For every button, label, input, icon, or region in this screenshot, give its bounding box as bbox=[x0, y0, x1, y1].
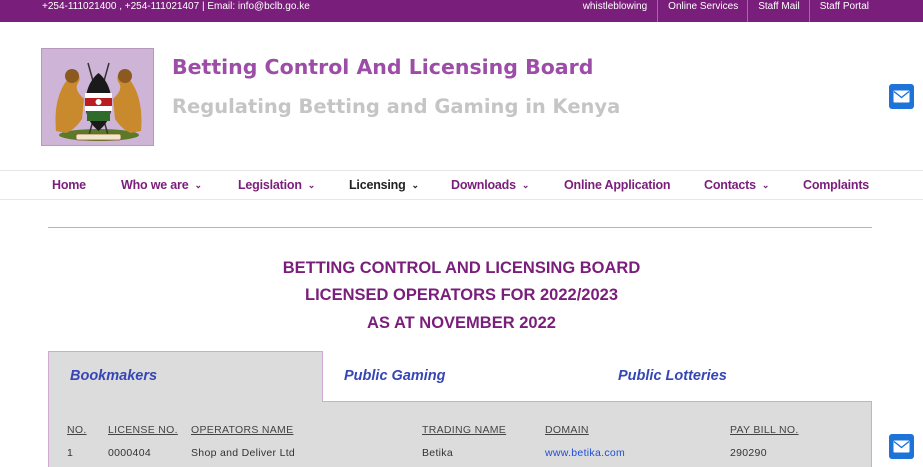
envelope-icon bbox=[893, 90, 910, 103]
nav-label: Contacts bbox=[704, 178, 756, 192]
column-header-domain[interactable]: DOMAIN bbox=[545, 424, 589, 436]
chevron-down-icon: ⌄ bbox=[411, 180, 420, 190]
tab-public-lotteries[interactable]: Public Lotteries bbox=[618, 368, 727, 384]
tab-panel: NO. LICENSE NO. OPERATORS NAME TRADING N… bbox=[48, 401, 872, 467]
operators-tabs: NO. LICENSE NO. OPERATORS NAME TRADING N… bbox=[48, 351, 872, 467]
envelope-icon bbox=[893, 440, 910, 453]
page-heading-line-2: LICENSED OPERATORS FOR 2022/2023 bbox=[305, 286, 618, 304]
page-heading-line-3: AS AT NOVEMBER 2022 bbox=[367, 314, 556, 332]
table-cell-pay-bill-no: 290290 bbox=[730, 447, 767, 459]
contact-info: +254-111021400 , +254-111021407 | Email:… bbox=[42, 1, 310, 12]
tab-label-bookmakers: Bookmakers bbox=[70, 368, 158, 384]
whistleblowing-link[interactable]: whistleblowing bbox=[573, 0, 657, 22]
mail-button[interactable] bbox=[889, 434, 914, 459]
page-heading-line-1: BETTING CONTROL AND LICENSING BOARD bbox=[282, 259, 641, 277]
nav-complaints[interactable]: Complaints bbox=[803, 178, 869, 192]
nav-label: Legislation bbox=[238, 178, 302, 192]
divider bbox=[48, 227, 872, 228]
table-cell-domain-link[interactable]: www.betika.com bbox=[545, 447, 625, 459]
nav-label: Licensing bbox=[349, 178, 406, 192]
column-header-operators-name[interactable]: OPERATORS NAME bbox=[191, 424, 293, 436]
mail-button[interactable] bbox=[889, 84, 914, 109]
nav-label: Downloads bbox=[451, 178, 516, 192]
table-cell-no: 1 bbox=[67, 447, 74, 459]
main-nav: Home Who we are ⌄ Legislation ⌄ Licensing ⌄… bbox=[0, 170, 923, 200]
chevron-down-icon: ⌄ bbox=[307, 180, 316, 190]
top-bar: +254-111021400 , +254-111021407 | Email:… bbox=[0, 0, 923, 22]
top-links: whistleblowing Online Services Staff Mai… bbox=[573, 0, 923, 22]
nav-downloads[interactable]: Downloads ⌄ bbox=[451, 178, 529, 192]
online-services-link[interactable]: Online Services bbox=[657, 0, 747, 22]
nav-legislation[interactable]: Legislation ⌄ bbox=[238, 178, 315, 192]
column-header-no[interactable]: NO. bbox=[67, 424, 87, 436]
tab-bookmakers[interactable]: Bookmakers bbox=[48, 351, 323, 402]
nav-licensing[interactable]: Licensing ⌄ bbox=[349, 178, 419, 192]
table-cell-operators-name: Shop and Deliver Ltd bbox=[191, 447, 296, 459]
site-title: Betting Control And Licensing Board bbox=[172, 55, 594, 79]
tab-public-gaming[interactable]: Public Gaming bbox=[344, 368, 446, 384]
nav-contacts[interactable]: Contacts ⌄ bbox=[704, 178, 769, 192]
nav-label: Who we are bbox=[121, 178, 189, 192]
nav-home[interactable]: Home bbox=[52, 178, 86, 192]
nav-label: Online Application bbox=[564, 178, 671, 192]
column-header-pay-bill-no[interactable]: PAY BILL NO. bbox=[730, 424, 799, 436]
chevron-down-icon: ⌄ bbox=[521, 180, 530, 190]
site-tagline: Regulating Betting and Gaming in Kenya bbox=[172, 95, 621, 118]
nav-online-application[interactable]: Online Application bbox=[564, 178, 671, 192]
staff-mail-link[interactable]: Staff Mail bbox=[747, 0, 809, 22]
kenya-coat-of-arms-icon[interactable] bbox=[41, 48, 154, 146]
staff-portal-link[interactable]: Staff Portal bbox=[808, 0, 923, 22]
chevron-down-icon: ⌄ bbox=[761, 180, 770, 190]
table-cell-license-no: 0000404 bbox=[108, 447, 151, 459]
column-header-license-no[interactable]: LICENSE NO. bbox=[108, 424, 178, 436]
nav-who-we-are[interactable]: Who we are ⌄ bbox=[121, 178, 202, 192]
nav-label: Complaints bbox=[803, 178, 870, 192]
column-header-trading-name[interactable]: TRADING NAME bbox=[422, 424, 506, 436]
chevron-down-icon: ⌄ bbox=[194, 180, 202, 190]
nav-label: Home bbox=[52, 178, 86, 192]
table-cell-trading-name: Betika bbox=[422, 447, 453, 459]
